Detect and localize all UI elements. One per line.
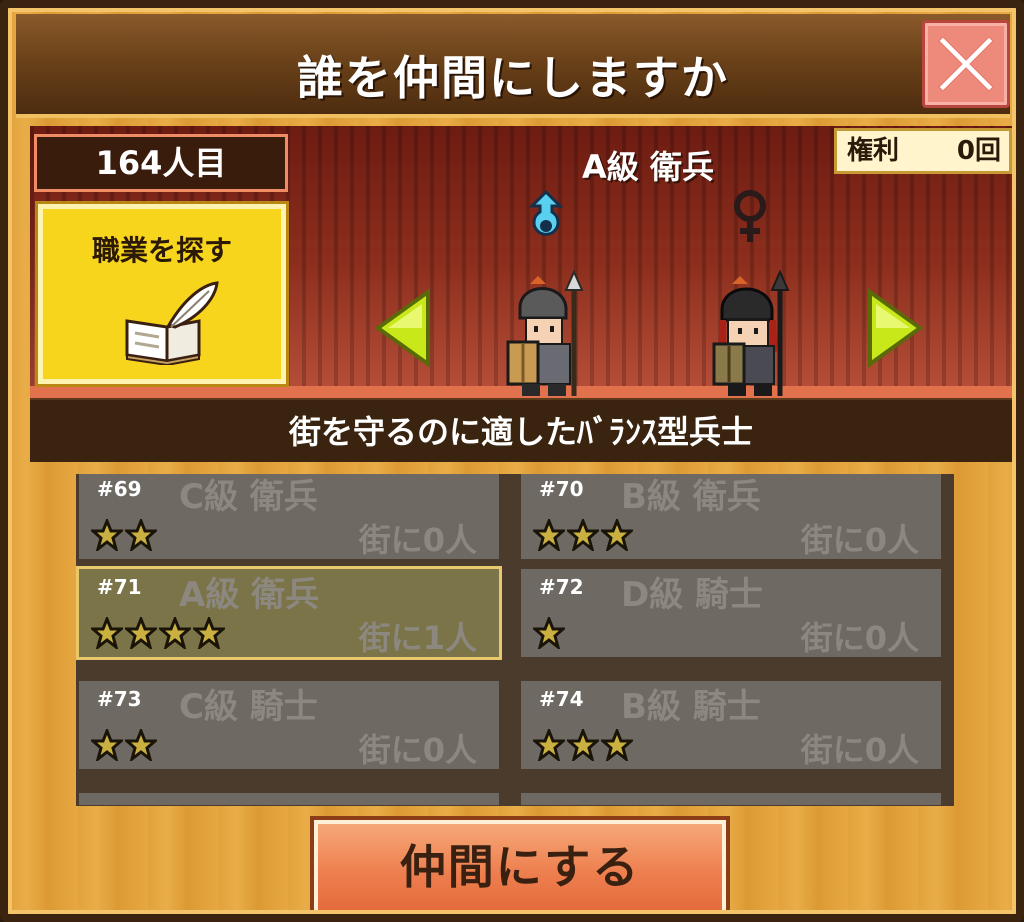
female-guard-sprite xyxy=(712,269,790,396)
star-icon xyxy=(125,519,157,551)
class-number: #70 xyxy=(539,477,584,501)
star-rating xyxy=(533,617,565,649)
close-button[interactable] xyxy=(922,20,1010,108)
class-number: #72 xyxy=(539,575,584,599)
town-count: 街に1人 xyxy=(358,619,477,657)
female-symbol-icon xyxy=(734,190,766,242)
class-list-item[interactable]: #72 D級 騎士 街に0人 xyxy=(518,566,944,660)
male-symbol-icon xyxy=(528,190,564,236)
class-number: #73 xyxy=(97,687,142,711)
star-icon xyxy=(567,519,599,551)
class-number: #69 xyxy=(97,477,142,501)
town-count: 街に0人 xyxy=(358,521,477,559)
close-x-icon xyxy=(938,36,994,92)
class-list-item[interactable]: #70 B級 衛兵 街に0人 xyxy=(518,474,944,562)
class-list-item[interactable] xyxy=(518,790,944,806)
previous-arrow-icon[interactable] xyxy=(374,288,432,368)
class-title: A級 衛兵 xyxy=(179,575,320,615)
rights-label: 権利 xyxy=(847,136,900,166)
male-guard-sprite xyxy=(506,269,584,396)
next-arrow-icon[interactable] xyxy=(866,288,924,368)
star-icon xyxy=(91,519,123,551)
star-icon xyxy=(601,729,633,761)
book-quill-icon xyxy=(125,281,219,365)
star-rating xyxy=(533,519,633,551)
star-icon xyxy=(91,617,123,649)
rights-counter: 権利 0回 xyxy=(834,128,1012,174)
class-number: #74 xyxy=(539,687,584,711)
star-icon xyxy=(533,617,565,649)
class-list[interactable]: #69 C級 衛兵 街に0人 #70 B級 衛兵 街に0人 #71 A級 衛兵 … xyxy=(76,474,954,806)
class-description: 街を守るのに適したﾊﾞﾗﾝｽ型兵士 xyxy=(30,398,1012,462)
recruit-button[interactable]: 仲間にする xyxy=(314,820,726,914)
star-icon xyxy=(159,617,191,649)
dialog-title: 誰を仲間にしますか xyxy=(297,51,729,105)
class-list-item[interactable]: #73 C級 騎士 街に0人 xyxy=(76,678,502,772)
star-icon xyxy=(193,617,225,649)
star-rating xyxy=(91,617,225,649)
star-icon xyxy=(533,519,565,551)
title-bar: 誰を仲間にしますか xyxy=(16,14,1010,118)
class-number: #71 xyxy=(97,575,142,599)
town-count: 街に0人 xyxy=(800,619,919,657)
town-count: 街に0人 xyxy=(800,521,919,559)
recruit-count: 164人目 xyxy=(34,134,288,192)
class-title: D級 騎士 xyxy=(621,575,764,615)
class-list-item[interactable]: #71 A級 衛兵 街に1人 xyxy=(76,566,502,660)
star-icon xyxy=(125,729,157,761)
job-search-button[interactable]: 職業を探す xyxy=(38,204,286,384)
town-count: 街に0人 xyxy=(358,731,477,769)
star-icon xyxy=(601,519,633,551)
town-count: 街に0人 xyxy=(800,731,919,769)
star-rating xyxy=(91,729,157,761)
class-title: C級 騎士 xyxy=(179,687,318,727)
class-list-item[interactable]: #74 B級 騎士 街に0人 xyxy=(518,678,944,772)
job-search-label: 職業を探す xyxy=(91,234,232,267)
star-rating xyxy=(91,519,157,551)
class-title: B級 騎士 xyxy=(621,687,761,727)
class-list-item[interactable]: #69 C級 衛兵 街に0人 xyxy=(76,474,502,562)
class-title: C級 衛兵 xyxy=(179,477,318,517)
rights-value: 0回 xyxy=(956,136,1001,166)
selected-class-name: A級 衛兵 xyxy=(582,148,714,186)
star-rating xyxy=(533,729,633,761)
star-icon xyxy=(567,729,599,761)
star-icon xyxy=(533,729,565,761)
star-icon xyxy=(91,729,123,761)
recruit-dialog: 誰を仲間にしますか 164人目 職業を探す A級 衛兵 権利 0回 街を守るのに… xyxy=(0,0,1024,922)
star-icon xyxy=(125,617,157,649)
class-title: B級 衛兵 xyxy=(621,477,761,517)
class-list-item[interactable] xyxy=(76,790,502,806)
